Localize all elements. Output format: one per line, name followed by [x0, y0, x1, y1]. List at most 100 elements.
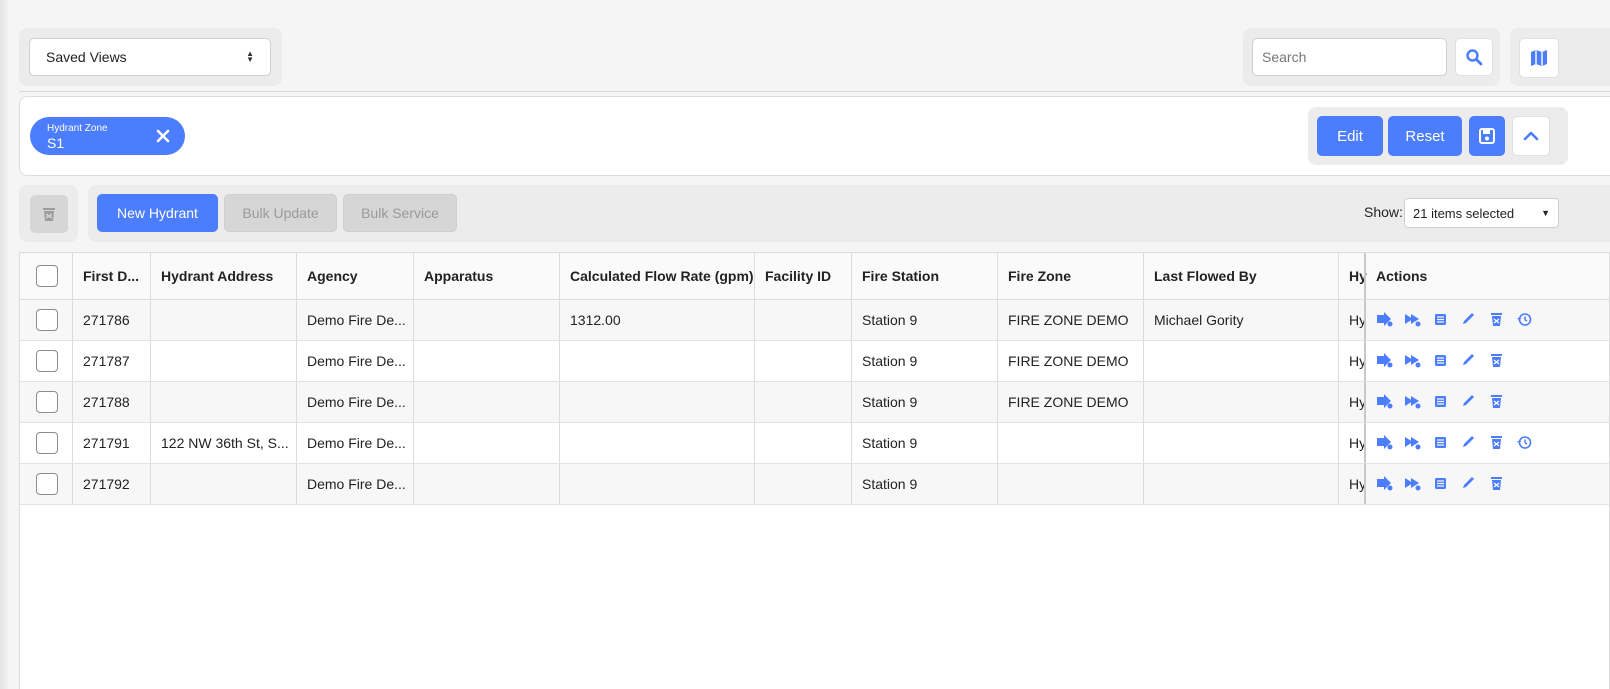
cell-fire-station: Station 9 — [852, 464, 998, 504]
delete-icon[interactable] — [1488, 352, 1506, 370]
bulk-update-button[interactable]: Bulk Update — [224, 194, 337, 232]
search-input[interactable] — [1252, 38, 1447, 76]
edit-icon[interactable] — [1460, 352, 1478, 370]
collapse-button[interactable] — [1512, 116, 1550, 156]
history-icon[interactable] — [1516, 311, 1534, 329]
select-all-cell — [20, 253, 73, 299]
inspect-icon[interactable] — [1376, 311, 1394, 329]
column-header-fire-station[interactable]: Fire Station — [852, 253, 998, 299]
row-checkbox[interactable] — [36, 309, 58, 331]
delete-icon[interactable] — [1488, 475, 1506, 493]
row-actions — [1366, 352, 1506, 370]
chevron-up-icon — [1523, 131, 1539, 141]
table-row: 271786 Demo Fire De... 1312.00 Station 9 FIR… — [20, 300, 1609, 341]
table-row: 271787 Demo Fire De... Station 9 FIRE ZONE … — [20, 341, 1609, 382]
column-header-last-flowed-by[interactable]: Last Flowed By — [1144, 253, 1339, 299]
row-checkbox-cell — [20, 341, 73, 381]
flow-icon[interactable] — [1404, 393, 1422, 411]
toolbar: New Hydrant Bulk Update Bulk Service Sho… — [88, 185, 1610, 242]
map-button[interactable] — [1519, 38, 1559, 78]
flow-icon[interactable] — [1404, 434, 1422, 452]
cell-actions — [1364, 382, 1609, 422]
filter-chip-hydrant-zone[interactable]: Hydrant Zone S1 — [30, 117, 185, 155]
cell-actions — [1364, 423, 1609, 463]
edit-icon[interactable] — [1460, 393, 1478, 411]
column-header-first[interactable]: First D... — [73, 253, 151, 299]
inspect-icon[interactable] — [1376, 393, 1394, 411]
list-icon[interactable] — [1432, 311, 1450, 329]
row-checkbox[interactable] — [36, 432, 58, 454]
flow-icon[interactable] — [1404, 311, 1422, 329]
cell-actions — [1364, 300, 1609, 340]
reset-button[interactable]: Reset — [1388, 116, 1462, 156]
hydrant-table: First D... Hydrant Address Agency Appara… — [19, 252, 1610, 689]
row-checkbox[interactable] — [36, 350, 58, 372]
cell-flow-rate — [560, 382, 755, 422]
cell-first: 271787 — [73, 341, 151, 381]
cell-apparatus — [414, 423, 560, 463]
history-icon[interactable] — [1516, 434, 1534, 452]
filter-chip-label: Hydrant Zone — [47, 123, 108, 134]
edit-icon[interactable] — [1460, 434, 1478, 452]
column-header-agency[interactable]: Agency — [297, 253, 414, 299]
filter-chip-value: S1 — [47, 135, 65, 151]
search-button[interactable] — [1455, 38, 1493, 76]
row-actions — [1366, 475, 1506, 493]
cell-apparatus — [414, 300, 560, 340]
row-checkbox-cell — [20, 423, 73, 463]
bulk-service-button[interactable]: Bulk Service — [343, 194, 457, 232]
cell-address — [151, 300, 297, 340]
cell-fire-zone — [998, 423, 1144, 463]
show-label: Show: — [1364, 204, 1403, 220]
filter-actions: Edit Reset — [1308, 107, 1568, 165]
delete-icon[interactable] — [1488, 434, 1506, 452]
row-checkbox[interactable] — [36, 473, 58, 495]
list-icon[interactable] — [1432, 352, 1450, 370]
table-row: 271791 122 NW 36th St, S... Demo Fire De..… — [20, 423, 1609, 464]
edit-icon[interactable] — [1460, 311, 1478, 329]
select-arrows-icon: ▲ ▼ — [246, 49, 254, 64]
cell-agency: Demo Fire De... — [297, 300, 414, 340]
row-checkbox-cell — [20, 300, 73, 340]
delete-icon[interactable] — [1488, 311, 1506, 329]
list-icon[interactable] — [1432, 475, 1450, 493]
flow-icon[interactable] — [1404, 352, 1422, 370]
column-header-actions: Actions — [1364, 253, 1609, 299]
bulk-delete-button[interactable] — [30, 195, 68, 233]
cell-agency: Demo Fire De... — [297, 464, 414, 504]
cell-apparatus — [414, 464, 560, 504]
cell-last-flowed-by — [1144, 423, 1339, 463]
row-actions — [1366, 311, 1534, 329]
list-icon[interactable] — [1432, 393, 1450, 411]
column-header-fire-zone[interactable]: Fire Zone — [998, 253, 1144, 299]
flow-icon[interactable] — [1404, 475, 1422, 493]
cell-flow-rate: 1312.00 — [560, 300, 755, 340]
new-hydrant-button[interactable]: New Hydrant — [97, 194, 218, 232]
inspect-icon[interactable] — [1376, 475, 1394, 493]
close-icon — [156, 129, 170, 143]
row-checkbox[interactable] — [36, 391, 58, 413]
inspect-icon[interactable] — [1376, 352, 1394, 370]
inspect-icon[interactable] — [1376, 434, 1394, 452]
edit-icon[interactable] — [1460, 475, 1478, 493]
column-header-apparatus[interactable]: Apparatus — [414, 253, 560, 299]
save-view-button[interactable] — [1469, 116, 1505, 156]
column-header-address[interactable]: Hydrant Address — [151, 253, 297, 299]
edit-button[interactable]: Edit — [1317, 116, 1383, 156]
remove-filter-button[interactable] — [152, 125, 174, 147]
cell-fire-station: Station 9 — [852, 423, 998, 463]
row-actions — [1366, 393, 1506, 411]
cell-last-flowed-by: Michael Gority — [1144, 300, 1339, 340]
cell-fire-station: Station 9 — [852, 300, 998, 340]
divider — [19, 91, 1610, 92]
column-selector[interactable]: 21 items selected ▼ — [1404, 198, 1559, 228]
saved-views-select[interactable]: Saved Views ▲ ▼ — [29, 38, 271, 76]
cell-address — [151, 382, 297, 422]
cell-facility-id — [755, 464, 852, 504]
search-container — [1243, 28, 1500, 86]
column-header-flow-rate[interactable]: Calculated Flow Rate (gpm) — [560, 253, 755, 299]
list-icon[interactable] — [1432, 434, 1450, 452]
select-all-checkbox[interactable] — [36, 265, 58, 287]
column-header-facility-id[interactable]: Facility ID — [755, 253, 852, 299]
delete-icon[interactable] — [1488, 393, 1506, 411]
